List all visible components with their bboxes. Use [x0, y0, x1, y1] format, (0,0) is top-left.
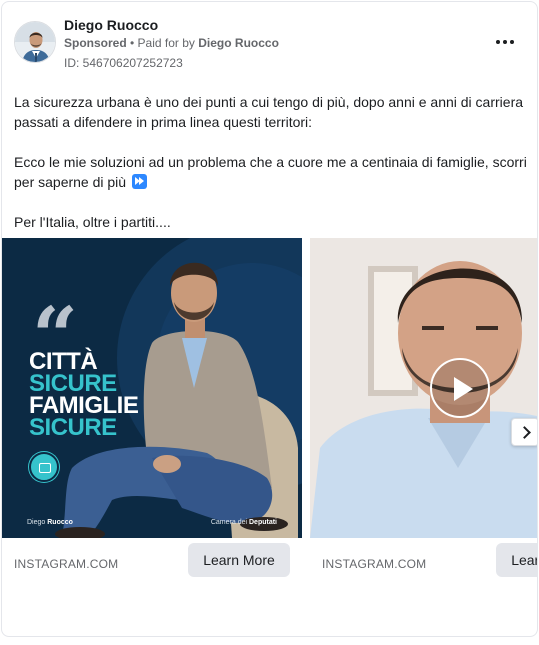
carousel-card[interactable]: INSTAGRAM.COM Learn More [310, 238, 537, 588]
poster-signature-last: Ruocco [47, 519, 73, 526]
poster-line: SICURE [29, 414, 117, 441]
body-paragraph: La sicurezza urbana è uno dei punti a cu… [14, 94, 524, 130]
link-domain[interactable]: INSTAGRAM.COM [14, 557, 118, 571]
video-thumbnail[interactable] [310, 238, 537, 538]
video-frame [310, 238, 537, 538]
poster-institution-prefix: Camera dei [210, 519, 249, 526]
safety-badge-icon [29, 452, 59, 482]
body-paragraph: Ecco le mie soluzioni ad un problema che… [14, 152, 529, 192]
media-carousel[interactable]: “ CITTÀ SICURE FAMIGLIE SICURE Diego Ruo… [2, 238, 537, 588]
card-footer: INSTAGRAM.COM Learn More [2, 538, 302, 588]
poster-image[interactable]: “ CITTÀ SICURE FAMIGLIE SICURE Diego Ruo… [2, 238, 302, 538]
separator: • [126, 36, 138, 50]
paid-for-prefix: Paid for by [137, 36, 199, 50]
poster-institution-name: Deputati [249, 519, 277, 526]
body-paragraph-text: Ecco le mie soluzioni ad un problema che… [14, 154, 527, 190]
card-footer: INSTAGRAM.COM Learn More [310, 538, 537, 588]
sponsored-label: Sponsored [64, 36, 127, 50]
learn-more-button[interactable]: Learn More [188, 543, 290, 577]
avatar-image [15, 22, 55, 62]
ad-library-id: ID: 546706207252723 [64, 56, 183, 70]
poster-institution: Camera dei Deputati [211, 519, 277, 526]
more-options-icon-dot [510, 40, 514, 44]
poster-signature: Diego Ruocco [27, 519, 73, 526]
body-paragraph: Per l'Italia, oltre i partiti.... [14, 214, 171, 230]
poster-signature-first: Diego [27, 519, 48, 526]
more-options-button[interactable] [493, 32, 517, 52]
more-options-icon [496, 40, 500, 44]
sponsored-line: Sponsored • Paid for by Diego Ruocco [64, 36, 279, 50]
poster-headline: CITTÀ SICURE FAMIGLIE SICURE [29, 350, 139, 441]
ad-body-text: La sicurezza urbana è uno dei punti a cu… [14, 92, 529, 252]
carousel-next-button[interactable] [511, 418, 537, 446]
play-button[interactable] [430, 358, 490, 418]
advertiser-name[interactable]: Diego Ruocco [64, 17, 158, 33]
ad-card: Diego Ruocco Sponsored • Paid for by Die… [1, 1, 538, 637]
paid-for-name: Diego Ruocco [198, 36, 279, 50]
link-domain[interactable]: INSTAGRAM.COM [322, 557, 426, 571]
carousel-card[interactable]: “ CITTÀ SICURE FAMIGLIE SICURE Diego Ruo… [2, 238, 302, 588]
fast-forward-emoji-icon [131, 174, 147, 189]
more-options-icon-dot [503, 40, 507, 44]
advertiser-avatar[interactable] [14, 21, 56, 63]
ad-header: Diego Ruocco Sponsored • Paid for by Die… [2, 2, 537, 82]
learn-more-button[interactable]: Learn More [496, 543, 537, 577]
